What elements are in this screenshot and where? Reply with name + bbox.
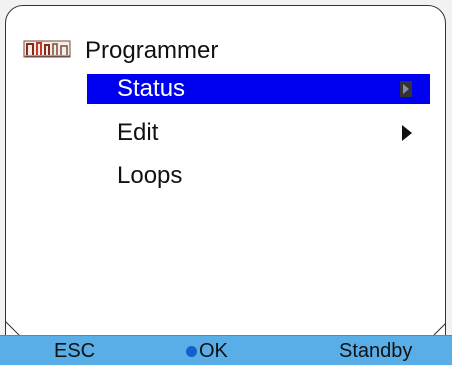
menu-title: Programmer — [85, 37, 219, 64]
ok-dot-icon — [186, 346, 197, 357]
menu-item-label: Loops — [117, 162, 183, 189]
device-screen: Programmer Status Edit Loops ESC OK Stan… — [0, 0, 452, 365]
menu-item-label: Status — [117, 75, 186, 102]
menu-item-edit[interactable]: Edit — [87, 118, 430, 148]
submenu-arrow-icon — [402, 125, 412, 141]
standby-button[interactable]: Standby — [339, 336, 412, 366]
ok-button[interactable]: OK — [199, 336, 228, 366]
esc-button[interactable]: ESC — [54, 336, 95, 366]
programmer-icon — [23, 40, 71, 58]
softkey-bar: ESC OK Standby — [0, 335, 452, 365]
submenu-arrow-icon — [400, 81, 412, 97]
menu-item-label: Edit — [117, 119, 159, 146]
menu-item-loops[interactable]: Loops — [87, 161, 430, 191]
menu-panel: Programmer Status Edit Loops — [5, 5, 446, 361]
menu-item-status[interactable]: Status — [87, 74, 430, 104]
